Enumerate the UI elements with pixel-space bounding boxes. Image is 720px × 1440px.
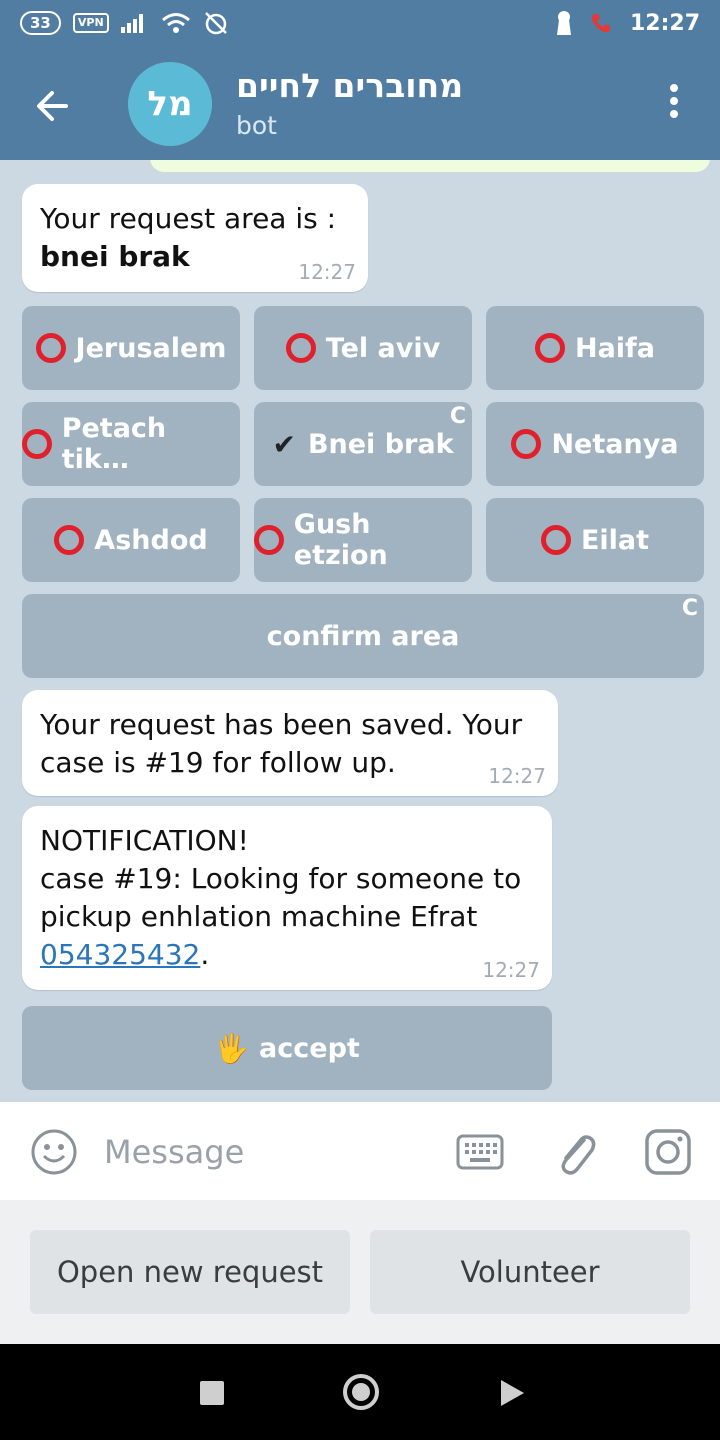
signal-icon xyxy=(120,14,143,33)
message-bubble-area[interactable]: Your request area is : bnei brak 12:27 xyxy=(22,184,368,292)
unselected-circle-icon xyxy=(534,333,565,363)
accept-button[interactable]: 🖐 accept xyxy=(22,1006,552,1090)
area-button-gush-etzion[interactable]: Gush etzion xyxy=(254,498,472,582)
area-button-ashdod[interactable]: Ashdod xyxy=(22,498,240,582)
area-button-label: Gush etzion xyxy=(293,509,388,571)
status-time: 12:27 xyxy=(629,10,700,36)
camera-icon[interactable] xyxy=(644,1128,692,1176)
loading-icon: C xyxy=(449,404,466,429)
area-button-label: Ashdod xyxy=(94,524,208,556)
attach-icon[interactable] xyxy=(554,1128,598,1176)
chat-title[interactable]: מחוברים לחיים xyxy=(236,66,463,105)
unselected-circle-icon xyxy=(35,333,66,363)
home-icon[interactable] xyxy=(343,1374,379,1410)
area-button-bnei-brak[interactable]: ✔ Bnei brak C xyxy=(254,402,472,486)
message-text: Your request has been saved. Your case i… xyxy=(40,708,523,779)
accept-label: accept xyxy=(259,1032,360,1064)
message-input[interactable] xyxy=(104,1130,424,1174)
navigation-bar xyxy=(0,1344,720,1440)
emoji-icon[interactable] xyxy=(30,1128,78,1176)
avatar[interactable]: מל xyxy=(128,62,212,146)
check-icon: ✔ xyxy=(272,427,296,461)
unselected-circle-icon xyxy=(540,525,571,555)
unselected-circle-icon xyxy=(254,525,284,555)
battery-indicator: 33 xyxy=(20,11,61,35)
recents-icon[interactable] xyxy=(200,1381,224,1405)
area-button-label: Eilat xyxy=(580,524,650,556)
status-bar: 33 VPN 12:27 xyxy=(0,0,720,48)
message-text: . xyxy=(200,938,210,971)
back-arrow-icon[interactable] xyxy=(30,84,74,128)
previous-message-bubble xyxy=(150,160,710,172)
area-button-label: Tel aviv xyxy=(325,332,441,364)
back-icon[interactable] xyxy=(501,1380,524,1406)
message-bubble-notification[interactable]: NOTIFICATION! case #19: Looking for some… xyxy=(22,806,552,990)
wifi-icon xyxy=(161,13,190,33)
message-time: 12:27 xyxy=(488,764,546,788)
confirm-area-label: confirm area xyxy=(266,620,460,652)
phone-link[interactable]: 054325432 xyxy=(40,938,200,971)
raised-hand-icon: 🖐 xyxy=(214,1031,250,1065)
volunteer-button[interactable]: Volunteer xyxy=(370,1230,690,1314)
area-button-label: Bnei brak xyxy=(307,428,454,460)
message-area-value: bnei brak xyxy=(40,240,190,273)
chat-area[interactable]: Your request area is : bnei brak 12:27 J… xyxy=(0,160,720,1102)
alarm-off-icon xyxy=(204,12,227,35)
area-button-label: Netanya xyxy=(551,428,679,460)
message-text: NOTIFICATION! xyxy=(40,824,249,857)
area-button-petach-tikva[interactable]: Petach tik… xyxy=(22,402,240,486)
area-button-label: Jerusalem xyxy=(75,332,227,364)
message-time: 12:27 xyxy=(298,260,356,284)
area-button-tel-aviv[interactable]: Tel aviv xyxy=(254,306,472,390)
area-button-eilat[interactable]: Eilat xyxy=(486,498,704,582)
message-input-bar xyxy=(0,1102,720,1200)
unselected-circle-icon xyxy=(285,333,316,363)
more-vert-icon[interactable] xyxy=(664,84,684,124)
confirm-area-button[interactable]: confirm area C xyxy=(22,594,704,678)
loading-icon: C xyxy=(681,596,698,621)
open-new-request-button[interactable]: Open new request xyxy=(30,1230,350,1314)
message-text: Your request area is : xyxy=(40,202,337,235)
vpn-badge: VPN xyxy=(72,13,109,33)
message-bubble-saved[interactable]: Your request has been saved. Your case i… xyxy=(22,690,558,796)
unselected-circle-icon xyxy=(511,429,542,459)
chat-subtitle: bot xyxy=(236,111,277,140)
call-icon xyxy=(591,14,610,33)
chat-header: מל מחוברים לחיים bot xyxy=(0,48,720,160)
area-button-jerusalem[interactable]: Jerusalem xyxy=(22,306,240,390)
area-button-netanya[interactable]: Netanya xyxy=(486,402,704,486)
area-button-label: Haifa xyxy=(574,332,656,364)
area-button-label: Petach tik… xyxy=(61,413,167,475)
message-time: 12:27 xyxy=(482,958,540,982)
unselected-circle-icon xyxy=(22,429,52,459)
message-text: case #19: Looking for someone to pickup … xyxy=(40,862,522,933)
unselected-circle-icon xyxy=(54,525,85,555)
reply-keyboard: Open new request Volunteer xyxy=(0,1200,720,1344)
area-button-haifa[interactable]: Haifa xyxy=(486,306,704,390)
keyhole-icon xyxy=(556,11,571,35)
keyboard-icon[interactable] xyxy=(456,1132,504,1172)
